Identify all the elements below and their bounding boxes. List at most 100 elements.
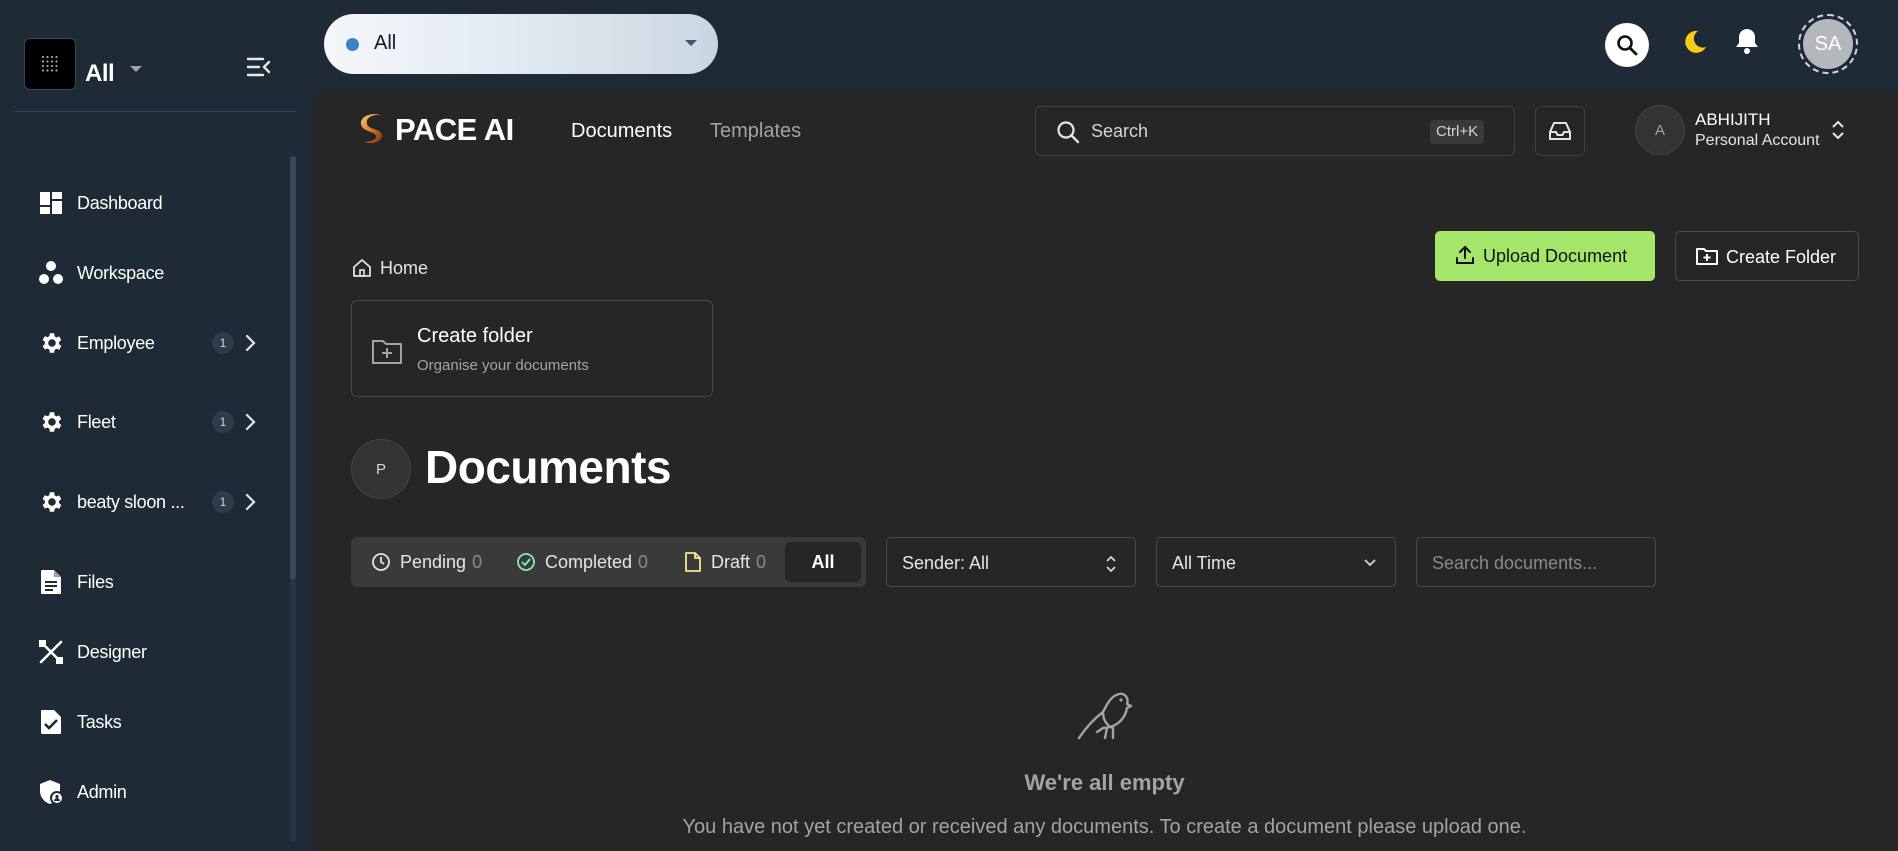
sidebar-item-beaty-sloon[interactable]: beaty sloon ... 1 [0, 474, 280, 530]
folder-plus-icon [1696, 248, 1718, 265]
sidebar-item-label: Files [77, 571, 114, 592]
keyboard-shortcut: Ctrl+K [1430, 120, 1485, 144]
search-icon [1057, 121, 1080, 144]
chevron-down-icon [1364, 559, 1376, 567]
filter-pending[interactable]: Pending 0 [371, 537, 482, 587]
search-input[interactable]: Search Ctrl+K [1035, 106, 1515, 156]
chevron-right-icon[interactable] [244, 413, 256, 431]
sidebar-item-employee[interactable]: Employee 1 [0, 315, 280, 371]
search-documents-placeholder: Search documents... [1432, 553, 1598, 573]
caret-down-icon [685, 40, 697, 46]
sidebar-item-label: Dashboard [77, 192, 163, 213]
sidebar-item-label: Employee [77, 332, 155, 353]
filter-label: Pending [400, 551, 467, 572]
app-grid-button[interactable] [24, 38, 76, 90]
global-search-button[interactable] [1605, 23, 1649, 67]
count-badge: 1 [212, 332, 234, 354]
empty-state-title: We're all empty [1024, 770, 1185, 795]
home-icon[interactable] [352, 258, 372, 278]
workspace-select-value: All [374, 32, 397, 54]
filter-count: 0 [756, 551, 767, 572]
upload-document-button[interactable]: Upload Document [1435, 231, 1655, 281]
file-icon [685, 552, 701, 572]
moon-icon[interactable] [1680, 28, 1708, 56]
breadcrumb-home[interactable]: Home [380, 258, 428, 279]
sidebar-item-label: Designer [77, 641, 147, 662]
caret-down-icon[interactable] [129, 64, 143, 74]
account-type: Personal Account [1695, 132, 1820, 149]
sender-select[interactable]: Sender: All [886, 537, 1136, 587]
sidebar-item-label: Fleet [77, 411, 116, 432]
chevron-up-down-icon [1106, 555, 1116, 573]
clock-icon [372, 553, 390, 571]
bell-icon[interactable] [1734, 27, 1760, 55]
sidebar-header: All [14, 24, 296, 112]
filter-completed[interactable]: Completed 0 [516, 537, 648, 587]
account-avatar[interactable]: A [1635, 105, 1685, 155]
avatar: P [351, 439, 411, 499]
workspace-select[interactable]: All [324, 14, 718, 74]
sidebar-item-label: Admin [77, 781, 127, 802]
filter-count: 0 [472, 551, 483, 572]
empty-state-description: You have not yet created or received any… [682, 816, 1527, 838]
gear-icon [38, 489, 64, 515]
sidebar-item-designer[interactable]: Designer [0, 624, 280, 680]
tasks-icon [38, 709, 64, 735]
collapse-sidebar-icon[interactable] [246, 56, 272, 78]
page-title: Documents [425, 441, 671, 493]
create-folder-label: Create Folder [1726, 247, 1837, 267]
admin-icon [38, 779, 64, 805]
sidebar-item-admin[interactable]: Admin [0, 764, 280, 820]
filter-all[interactable]: All [785, 542, 861, 582]
sidebar-item-fleet[interactable]: Fleet 1 [0, 394, 280, 450]
workspace-icon [38, 260, 64, 286]
upload-document-label: Upload Document [1483, 246, 1628, 266]
tab-templates[interactable]: Templates [710, 120, 801, 143]
status-filter-tabs: Pending 0 Completed 0 Draft 0 All [351, 537, 866, 587]
filter-label: Draft [711, 551, 751, 572]
time-range-value: All Time [1172, 553, 1237, 573]
bird-icon [1077, 692, 1133, 740]
workspace-name[interactable]: All [85, 60, 115, 88]
brand-name: PACE AI [395, 112, 514, 147]
gear-icon [38, 330, 64, 356]
sidebar-item-workspace[interactable]: Workspace [0, 245, 280, 301]
count-badge: 1 [212, 411, 234, 433]
sidebar-scrollbar-track[interactable] [290, 580, 296, 842]
card-subtitle: Organise your documents [417, 357, 589, 374]
sidebar-item-files[interactable]: Files [0, 554, 280, 610]
sidebar: All Dashboard Workspace Employee 1 Fleet… [0, 0, 296, 851]
gear-icon [38, 409, 64, 435]
status-dot [346, 38, 359, 51]
inbox-button[interactable] [1535, 106, 1585, 156]
pace-logo-icon [361, 114, 383, 144]
account-name[interactable]: ABHIJITH [1695, 110, 1771, 130]
chevron-right-icon[interactable] [244, 493, 256, 511]
time-range-select[interactable]: All Time [1156, 537, 1396, 587]
avatar-initials: SA [1803, 19, 1853, 69]
brand-logo[interactable]: PACE AI [361, 112, 514, 148]
main-panel: PACE AI Documents Templates Search Ctrl+… [311, 90, 1898, 851]
create-folder-card[interactable]: Create folder Organise your documents [351, 300, 713, 397]
tab-documents[interactable]: Documents [571, 120, 672, 143]
filter-draft[interactable]: Draft 0 [684, 537, 766, 587]
filter-label: Completed [545, 551, 633, 572]
file-icon [38, 569, 64, 595]
search-documents-input[interactable]: Search documents... [1416, 537, 1656, 587]
create-folder-button[interactable]: Create Folder [1675, 231, 1859, 281]
filter-count: 0 [638, 551, 649, 572]
chevron-up-down-icon[interactable] [1831, 120, 1845, 140]
search-icon [1617, 35, 1638, 56]
count-badge: 1 [212, 491, 234, 513]
designer-icon [38, 639, 64, 665]
sidebar-item-label: beaty sloon ... [77, 491, 185, 512]
sidebar-item-dashboard[interactable]: Dashboard [0, 175, 280, 231]
sidebar-item-label: Workspace [77, 262, 165, 283]
chevron-right-icon[interactable] [244, 334, 256, 352]
sidebar-item-tasks[interactable]: Tasks [0, 694, 280, 750]
sidebar-scrollbar-thumb[interactable] [290, 156, 296, 580]
upload-icon [1456, 245, 1474, 264]
grid-icon [41, 55, 58, 72]
dashboard-icon [38, 190, 64, 216]
user-avatar[interactable]: SA [1798, 14, 1858, 74]
